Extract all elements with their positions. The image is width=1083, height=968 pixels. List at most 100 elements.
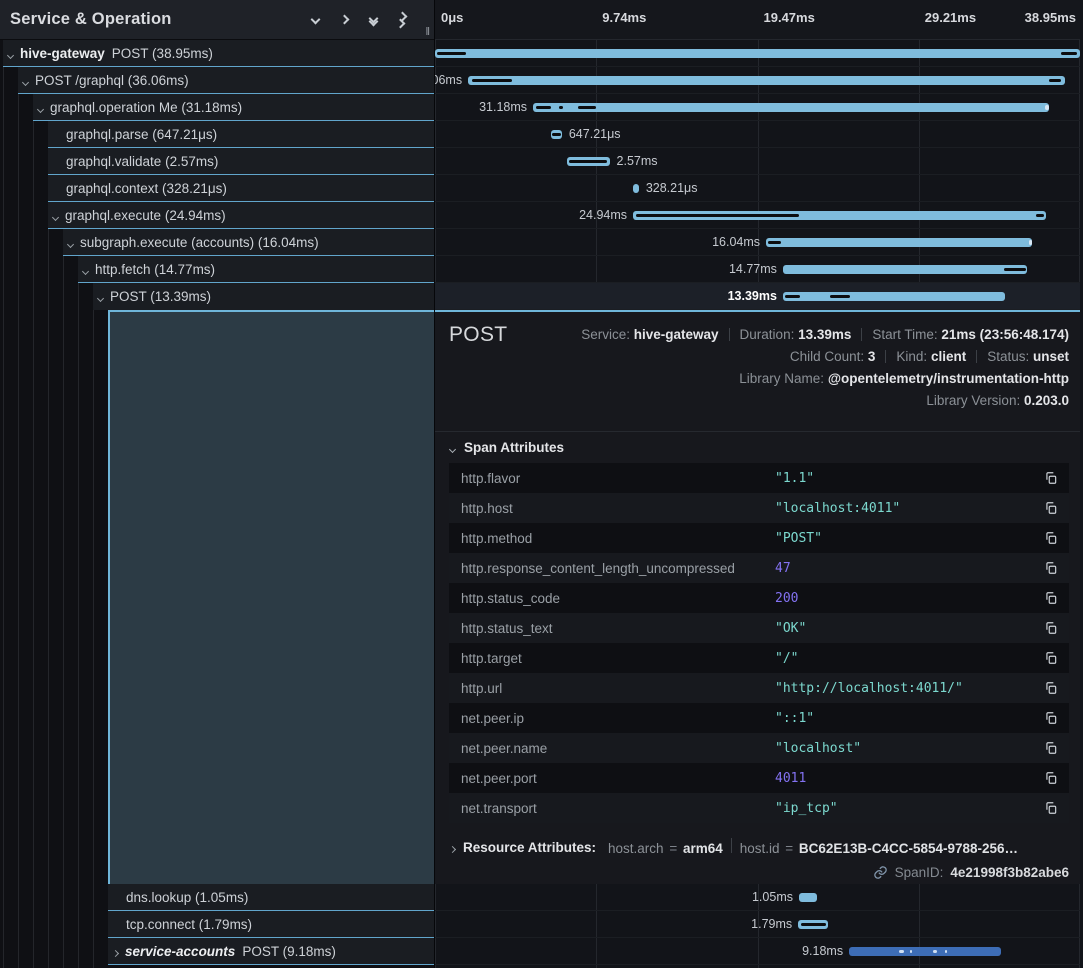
- axis-tick: 0μs: [441, 10, 463, 25]
- duration-label: 13.39ms: [728, 283, 777, 309]
- span-bar[interactable]: [533, 103, 1049, 112]
- attribute-key: net.transport: [449, 801, 775, 816]
- link-icon[interactable]: [873, 865, 888, 880]
- operation-label: POST /graphql (36.06ms): [35, 73, 189, 88]
- meta-label: Start Time:: [872, 327, 941, 342]
- copy-icon[interactable]: [1033, 741, 1069, 755]
- attribute-key: http.flavor: [449, 471, 775, 486]
- span-bar[interactable]: [799, 893, 817, 902]
- copy-icon[interactable]: [1033, 621, 1069, 635]
- detail-meta-line: Service: hive-gatewayDuration: 13.39msSt…: [581, 324, 1069, 346]
- span-row[interactable]: POST (13.39ms): [93, 283, 434, 310]
- span-row[interactable]: hive-gatewayPOST (38.95ms): [3, 40, 434, 67]
- copy-icon[interactable]: [1033, 561, 1069, 575]
- copy-icon[interactable]: [1033, 711, 1069, 725]
- operation-label: dns.lookup (1.05ms): [126, 890, 248, 905]
- axis-tick: 38.95ms: [1025, 10, 1076, 25]
- span-attributes-table: http.flavor"1.1"http.host"localhost:4011…: [449, 463, 1069, 823]
- span-bar[interactable]: [633, 184, 639, 193]
- span-detail-meta: Service: hive-gatewayDuration: 13.39msSt…: [581, 324, 1069, 412]
- resource-value: BC62E13B-C4CC-5854-9788-256…: [799, 841, 1018, 856]
- span-bar[interactable]: [798, 920, 828, 929]
- span-bar[interactable]: [551, 130, 562, 139]
- span-row[interactable]: service-accountsPOST (9.18ms): [108, 938, 434, 965]
- span-tree-row: service-accountsPOST (9.18ms): [0, 938, 434, 965]
- attribute-key: net.peer.port: [449, 771, 775, 786]
- span-tree-row: graphql.context (328.21μs): [0, 175, 434, 202]
- span-attributes-title: Span Attributes: [464, 440, 564, 455]
- chevron-down-icon[interactable]: [23, 73, 28, 88]
- chevron-down-icon[interactable]: [68, 235, 73, 250]
- span-row[interactable]: http.fetch (14.77ms): [78, 256, 434, 283]
- chevrons-down-icon[interactable]: [370, 15, 377, 25]
- copy-icon[interactable]: [1033, 531, 1069, 545]
- span-bar-mark: [1036, 214, 1044, 217]
- chevron-down-icon[interactable]: [8, 46, 13, 61]
- chevron-right-icon[interactable]: [113, 944, 118, 959]
- attribute-row: http.status_text"OK": [449, 613, 1069, 643]
- span-detail-panel: POST Service: hive-gatewayDuration: 13.3…: [435, 310, 1080, 884]
- copy-icon[interactable]: [1033, 681, 1069, 695]
- meta-value: 3: [868, 349, 876, 364]
- span-row[interactable]: graphql.validate (2.57ms): [48, 148, 434, 175]
- chevrons-right-icon[interactable]: [399, 13, 406, 27]
- span-bar[interactable]: [766, 238, 1032, 247]
- span-detail-title: POST: [449, 323, 507, 347]
- attribute-value: "ip_tcp": [775, 801, 1033, 816]
- span-bar[interactable]: [435, 49, 1080, 58]
- meta-value: 0.203.0: [1024, 393, 1069, 408]
- span-row[interactable]: graphql.parse (647.21μs): [48, 121, 434, 148]
- span-bar-mark: [636, 214, 799, 217]
- copy-icon[interactable]: [1033, 591, 1069, 605]
- span-bar[interactable]: [567, 157, 610, 166]
- attribute-value: "localhost": [775, 741, 1033, 756]
- chevron-right-icon[interactable]: [341, 16, 348, 23]
- copy-icon[interactable]: [1033, 771, 1069, 785]
- panel-resize-grip[interactable]: ‖: [425, 26, 431, 38]
- detail-meta-line: Child Count: 3Kind: clientStatus: unset: [581, 346, 1069, 368]
- attribute-row: http.flavor"1.1": [449, 463, 1069, 493]
- copy-icon[interactable]: [1033, 651, 1069, 665]
- span-tree: hive-gatewayPOST (38.95ms) POST /graphql …: [0, 40, 434, 310]
- chevron-down-icon[interactable]: [83, 262, 88, 277]
- copy-icon[interactable]: [1033, 471, 1069, 485]
- chevron-right-icon: [450, 840, 455, 855]
- meta-value: client: [931, 349, 966, 364]
- span-bar-mark: [536, 106, 551, 109]
- timeline-row: 328.21μs: [435, 175, 1080, 202]
- span-bar-mark: [1004, 268, 1026, 271]
- span-row[interactable]: POST /graphql (36.06ms): [18, 67, 434, 94]
- operation-label: graphql.context (328.21μs): [66, 181, 227, 196]
- span-row[interactable]: tcp.connect (1.79ms): [108, 911, 434, 938]
- span-row[interactable]: dns.lookup (1.05ms): [108, 884, 434, 911]
- span-id-row: SpanID: 4e21998f3b82abe6: [873, 865, 1069, 880]
- span-row[interactable]: graphql.context (328.21μs): [48, 175, 434, 202]
- attribute-key: http.status_text: [449, 621, 775, 636]
- span-attributes-toggle[interactable]: Span Attributes: [450, 440, 564, 455]
- span-bar-mark: [569, 160, 607, 163]
- span-row[interactable]: subgraph.execute (accounts) (16.04ms): [63, 229, 434, 256]
- meta-separator: [976, 350, 977, 363]
- span-bar[interactable]: [468, 76, 1065, 85]
- chevron-down-icon[interactable]: [53, 208, 58, 223]
- span-bar[interactable]: [783, 292, 1005, 301]
- timeline-row: 31.18ms: [435, 94, 1080, 121]
- span-row[interactable]: graphql.execute (24.94ms): [48, 202, 434, 229]
- panel-divider[interactable]: [434, 0, 435, 968]
- chevron-down-icon[interactable]: [312, 16, 319, 23]
- span-bar[interactable]: [783, 265, 1027, 274]
- span-row[interactable]: graphql.operation Me (31.18ms): [33, 94, 434, 121]
- span-bar[interactable]: [633, 211, 1046, 220]
- resource-attributes-toggle[interactable]: Resource Attributes: host.arch = arm64ho…: [450, 838, 1069, 856]
- span-tree-row: graphql.validate (2.57ms): [0, 148, 434, 175]
- resource-value: arm64: [683, 841, 723, 856]
- copy-icon[interactable]: [1033, 801, 1069, 815]
- chevron-down-icon[interactable]: [38, 100, 43, 115]
- copy-icon[interactable]: [1033, 501, 1069, 515]
- chevron-down-icon[interactable]: [98, 289, 103, 304]
- span-tree-row: hive-gatewayPOST (38.95ms): [0, 40, 434, 67]
- span-bar-mark: [1061, 52, 1077, 55]
- span-tree-row: graphql.execute (24.94ms): [0, 202, 434, 229]
- span-bar[interactable]: [849, 947, 1001, 956]
- attribute-key: net.peer.ip: [449, 711, 775, 726]
